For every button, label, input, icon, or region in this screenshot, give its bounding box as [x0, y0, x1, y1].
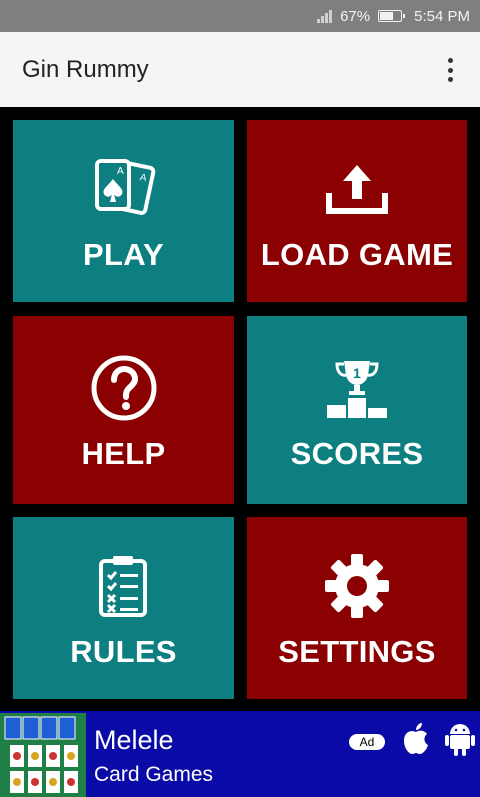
status-bar: 67% 5:54 PM	[0, 0, 480, 32]
ad-badge: Ad	[349, 734, 385, 750]
ad-subtitle: Card Games	[94, 763, 214, 786]
rules-button[interactable]: RULES	[13, 517, 234, 699]
upload-icon	[323, 149, 391, 229]
play-button[interactable]: A A PLAY	[13, 120, 234, 302]
ad-banner[interactable]: Melele Card Games Ad	[0, 711, 480, 797]
rules-label: RULES	[70, 634, 177, 669]
svg-text:A: A	[117, 166, 124, 177]
load-game-button[interactable]: LOAD GAME	[247, 120, 467, 302]
play-label: PLAY	[82, 237, 165, 272]
gear-icon	[322, 546, 392, 626]
battery-percent: 67%	[340, 7, 371, 25]
android-icon	[444, 721, 476, 762]
help-label: HELP	[81, 436, 166, 471]
ad-title: Melele	[94, 725, 174, 755]
apple-icon	[400, 721, 432, 760]
more-vertical-icon[interactable]	[440, 58, 460, 82]
settings-label: SETTINGS	[278, 634, 436, 669]
scores-button[interactable]: 1 SCORES	[247, 316, 467, 504]
scores-label: SCORES	[290, 436, 424, 471]
question-circle-icon	[89, 348, 159, 428]
trophy-podium-icon: 1	[322, 348, 392, 428]
clipboard-checklist-icon	[96, 546, 152, 626]
clock: 5:54 PM	[414, 7, 470, 25]
svg-text:1: 1	[353, 365, 361, 381]
load-game-label: LOAD GAME	[260, 237, 454, 272]
playing-cards-icon: A A	[89, 149, 159, 229]
settings-button[interactable]: SETTINGS	[247, 517, 467, 699]
ad-thumbnail-cards-icon	[0, 713, 86, 797]
app-title: Gin Rummy	[22, 55, 149, 83]
help-button[interactable]: HELP	[13, 316, 234, 504]
app-bar: Gin Rummy	[0, 32, 480, 107]
signal-icon	[317, 9, 333, 23]
battery-icon	[378, 10, 406, 22]
